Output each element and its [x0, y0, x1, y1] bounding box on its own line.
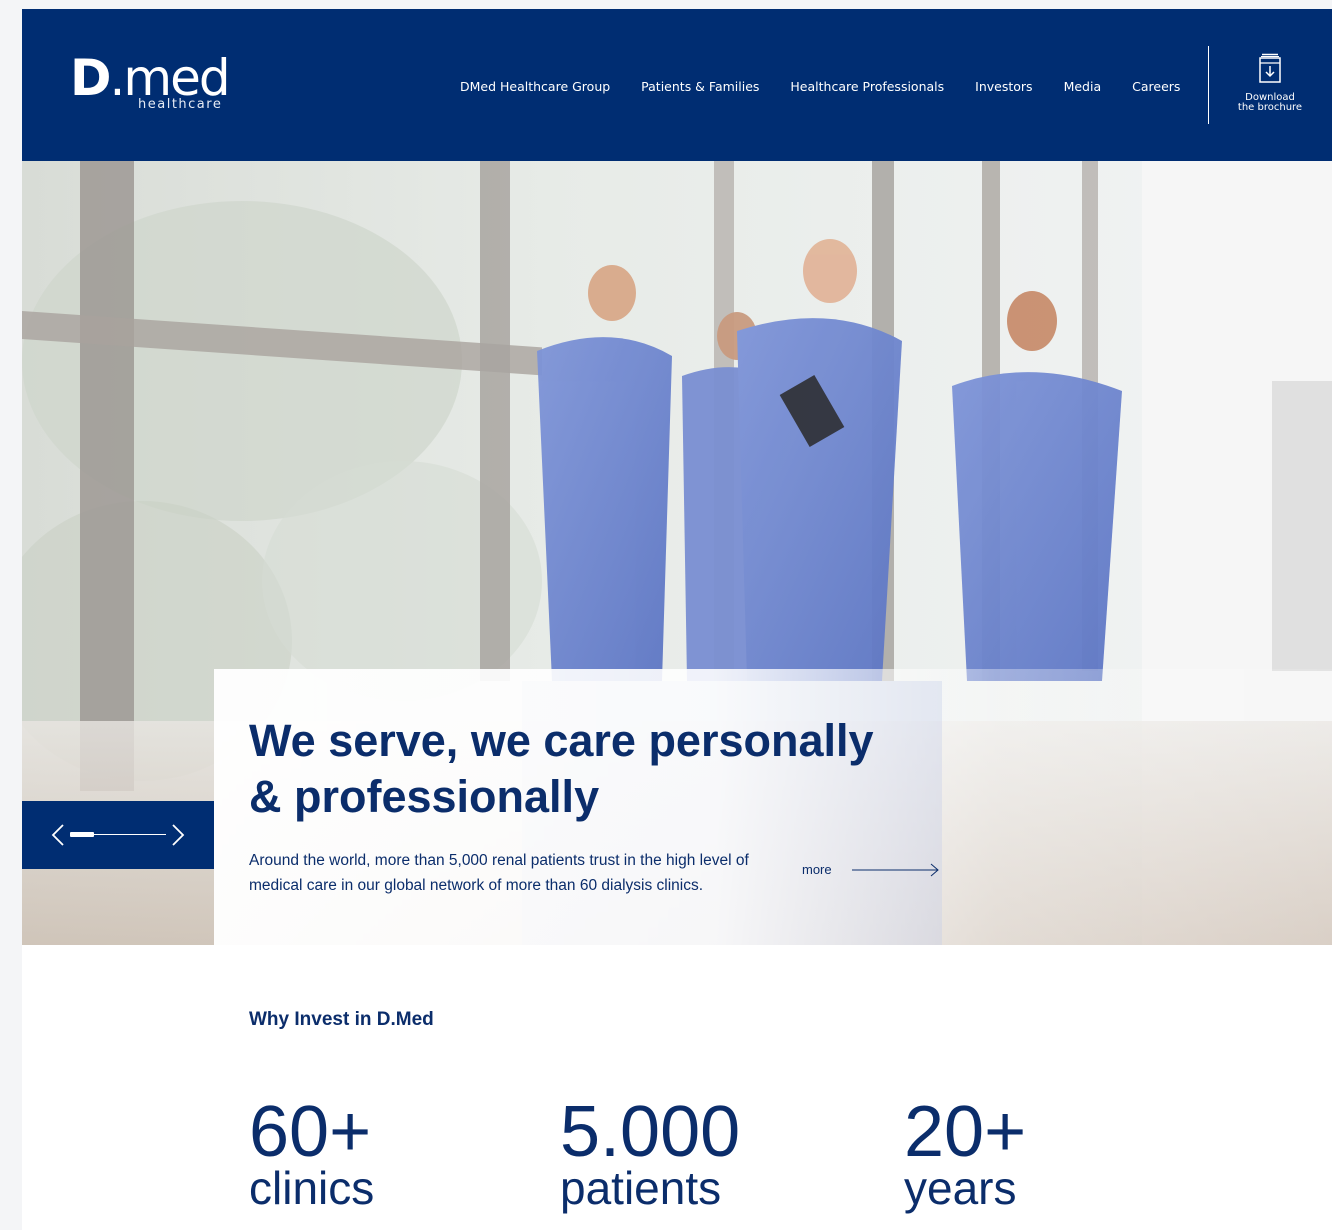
- nav-item-healthcare-professionals[interactable]: Healthcare Professionals: [790, 79, 944, 94]
- nav-item-investors[interactable]: Investors: [975, 79, 1032, 94]
- nav-item-careers[interactable]: Careers: [1132, 79, 1180, 94]
- chevron-left-icon[interactable]: [50, 823, 68, 847]
- header-divider: [1208, 46, 1209, 124]
- dmed-logo[interactable]: D.med healthcare: [70, 49, 231, 115]
- chevron-right-icon[interactable]: [168, 823, 186, 847]
- slider-progress-fill: [70, 832, 94, 837]
- logo-d: D: [70, 49, 111, 107]
- stat-clinics: 60+ clinics: [249, 1093, 374, 1211]
- hero-section: We serve, we care personally & professio…: [22, 161, 1332, 945]
- download-brochure-label: Download the brochure: [1237, 92, 1303, 113]
- slider-controls: [22, 801, 214, 869]
- more-label: more: [802, 862, 832, 877]
- stat-number: 20+: [904, 1092, 1027, 1172]
- stat-label: clinics: [249, 1162, 375, 1214]
- site-header: D.med healthcare DMed Healthcare Group P…: [22, 9, 1332, 161]
- hero-description: Around the world, more than 5,000 renal …: [249, 852, 749, 894]
- page: D.med healthcare DMed Healthcare Group P…: [22, 9, 1332, 1230]
- main-nav: DMed Healthcare Group Patients & Familie…: [460, 79, 1180, 94]
- why-invest-heading: Why Invest in D.Med: [249, 1009, 434, 1030]
- nav-item-patients-families[interactable]: Patients & Families: [641, 79, 759, 94]
- download-document-icon: [1259, 53, 1281, 83]
- logo-subtitle: healthcare: [138, 97, 223, 112]
- stat-label: years: [904, 1162, 1017, 1214]
- arrow-right-icon: [851, 863, 939, 876]
- stat-patients: 5.000 patients: [560, 1093, 740, 1211]
- nav-item-dmed-healthcare-group[interactable]: DMed Healthcare Group: [460, 79, 610, 94]
- stat-label: patients: [560, 1162, 722, 1214]
- hero-more-link[interactable]: more: [802, 862, 940, 877]
- stat-number: 5.000: [560, 1092, 741, 1172]
- stat-number: 60+: [249, 1092, 372, 1172]
- download-brochure-button[interactable]: Download the brochure: [1228, 53, 1312, 113]
- nav-item-media[interactable]: Media: [1064, 79, 1102, 94]
- stat-years: 20+ years: [904, 1093, 1026, 1211]
- hero-title: We serve, we care personally & professio…: [249, 715, 874, 822]
